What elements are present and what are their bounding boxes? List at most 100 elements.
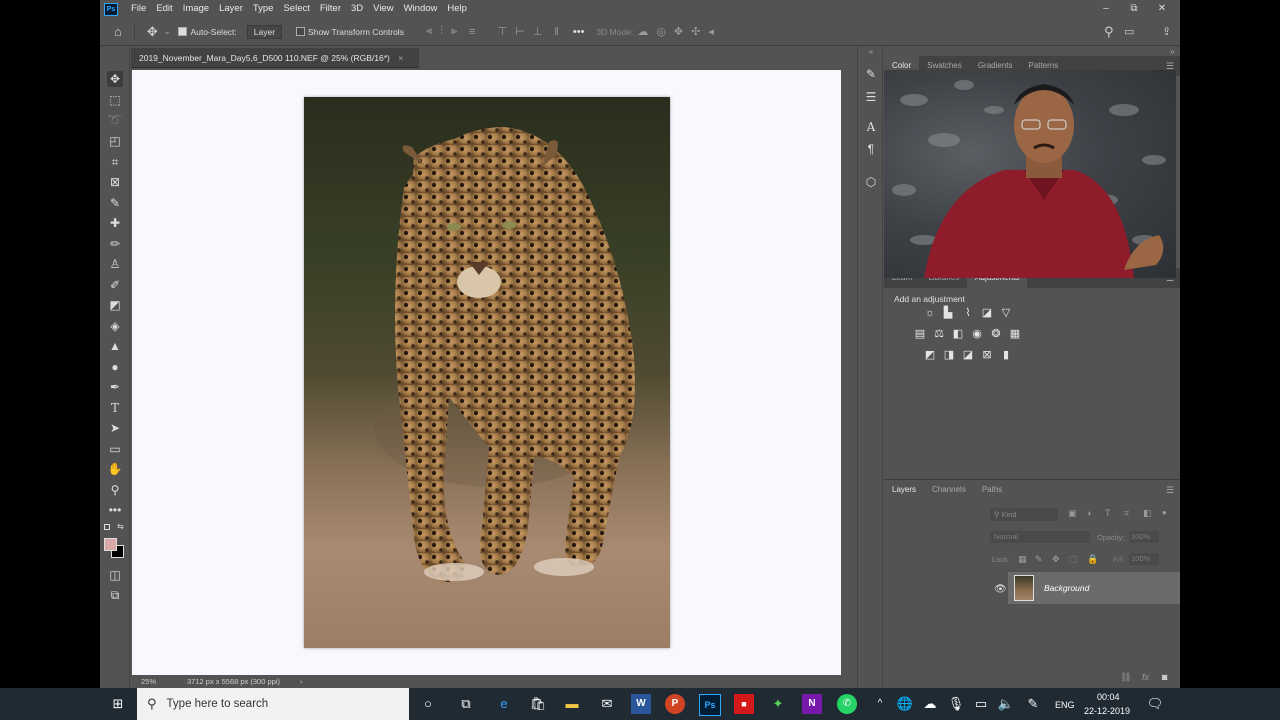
microphone-icon[interactable]: 🎙 xyxy=(946,694,966,714)
edge-icon[interactable]: e xyxy=(494,694,514,714)
whatsapp-icon[interactable]: ✆ xyxy=(837,694,857,714)
leopard-photo[interactable] xyxy=(304,97,670,648)
character-icon[interactable]: A xyxy=(863,120,879,134)
chevron-down-icon[interactable]: ⌄ xyxy=(164,27,171,36)
brush-settings-icon[interactable]: ✎ xyxy=(863,67,879,81)
menu-view[interactable]: View xyxy=(368,0,398,18)
rectangle-tool-icon[interactable]: ▭ xyxy=(107,441,123,457)
history-brush-tool-icon[interactable]: ✐ xyxy=(107,277,123,293)
color-balance-icon[interactable]: ⚖ xyxy=(933,328,945,340)
black-white-icon[interactable]: ◧ xyxy=(952,328,964,340)
auto-select-dropdown[interactable]: Layer xyxy=(246,24,283,39)
onenote-icon[interactable]: N xyxy=(802,694,822,714)
recorder-icon[interactable]: ■ xyxy=(734,694,754,714)
posterize-icon[interactable]: ◨ xyxy=(943,349,955,361)
link-layers-icon[interactable]: ⛓ xyxy=(1120,672,1131,683)
3d-pan-icon[interactable]: ✥ xyxy=(674,25,683,38)
filter-shape-icon[interactable]: ⌗ xyxy=(1124,508,1129,519)
exposure-icon[interactable]: ◪ xyxy=(981,307,993,319)
share-icon[interactable]: ⇪ xyxy=(1162,25,1171,38)
home-icon[interactable]: ⌂ xyxy=(114,24,122,39)
distribute-icon[interactable]: ≡ xyxy=(469,26,475,38)
collapse-arrows-icon[interactable]: « xyxy=(863,47,879,56)
dodge-tool-icon[interactable]: ● xyxy=(107,359,123,375)
clone-stamp-tool-icon[interactable]: ♙ xyxy=(107,256,123,272)
powerpoint-icon[interactable]: P xyxy=(665,694,685,714)
foreground-color-swatch[interactable] xyxy=(104,538,117,551)
tab-paths[interactable]: Paths xyxy=(974,480,1010,500)
gradient-map-icon[interactable]: ▮ xyxy=(1000,349,1012,361)
menu-window[interactable]: Window xyxy=(399,0,443,18)
type-tool-icon[interactable]: T xyxy=(107,400,123,416)
curves-icon[interactable]: ⌇ xyxy=(962,307,974,319)
photo-filter-icon[interactable]: ◉ xyxy=(971,328,983,340)
filter-adjustment-icon[interactable]: ◑ xyxy=(1086,508,1091,518)
restore-button[interactable]: ⧉ xyxy=(1120,0,1148,18)
lock-artboard-icon[interactable]: ⬚ xyxy=(1069,554,1078,565)
3d-orbit-icon[interactable]: ☁ xyxy=(637,25,648,38)
auto-select-checkbox[interactable] xyxy=(178,27,188,36)
close-document-icon[interactable]: × xyxy=(398,53,403,63)
menu-type[interactable]: Type xyxy=(248,0,279,18)
panel-menu-icon[interactable]: ☰ xyxy=(1166,485,1174,496)
move-tool-preset-icon[interactable]: ✥ xyxy=(147,24,158,40)
pen-tool-icon[interactable]: ✒ xyxy=(107,379,123,395)
volume-icon[interactable]: 🔈 xyxy=(996,694,1016,714)
filter-smart-object-icon[interactable]: ◧ xyxy=(1143,508,1152,519)
brush-tool-icon[interactable]: ✏ xyxy=(107,236,123,252)
edit-toolbar-icon[interactable]: ••• xyxy=(107,502,123,518)
align-top-icon[interactable]: ⊤ xyxy=(498,25,508,38)
channel-mixer-icon[interactable]: ❂ xyxy=(990,328,1002,340)
clock-date[interactable]: 22-12-2019 xyxy=(1084,706,1130,716)
taskbar-search-box[interactable]: ⚲ Type here to search xyxy=(137,688,409,720)
gradient-tool-icon[interactable]: ◈ xyxy=(107,318,123,334)
properties-icon[interactable]: ☰ xyxy=(863,90,879,104)
distribute-vertical-icon[interactable]: ‖ xyxy=(554,26,559,38)
add-mask-icon[interactable]: ◙ xyxy=(1162,672,1167,682)
eraser-tool-icon[interactable]: ◩ xyxy=(107,297,123,313)
fill-input[interactable]: 100% xyxy=(1129,553,1159,565)
lock-position-icon[interactable]: ✥ xyxy=(1052,554,1060,565)
minimize-button[interactable]: – xyxy=(1092,0,1120,18)
mail-icon[interactable]: ✉ xyxy=(597,694,617,714)
invert-icon[interactable]: ◩ xyxy=(924,349,936,361)
collapse-panels-icon[interactable]: » xyxy=(1170,47,1174,56)
align-center-icon[interactable]: ⫶ xyxy=(440,25,443,38)
3d-scale-icon[interactable]: ◂ xyxy=(708,25,714,38)
default-colors-icon[interactable] xyxy=(104,524,110,530)
word-icon[interactable]: W xyxy=(631,694,651,714)
close-window-button[interactable]: ✕ xyxy=(1148,0,1176,18)
3d-icon[interactable]: ⬡ xyxy=(863,175,879,189)
photoshop-taskbar-icon[interactable]: Ps xyxy=(699,694,721,716)
media-app-icon[interactable]: ✦ xyxy=(768,694,788,714)
tab-channels[interactable]: Channels xyxy=(924,480,974,500)
more-options-icon[interactable]: ••• xyxy=(573,26,585,38)
notifications-icon[interactable]: 🗨 xyxy=(1145,694,1165,714)
vibrance-icon[interactable]: ▽ xyxy=(1000,307,1012,319)
fx-icon[interactable]: fx xyxy=(1142,672,1149,682)
lasso-tool-icon[interactable]: ➰ xyxy=(107,112,123,128)
color-lookup-icon[interactable]: ▦ xyxy=(1009,328,1021,340)
pen-workspace-icon[interactable]: ✎ xyxy=(1023,694,1043,714)
crop-tool-icon[interactable]: ⌗ xyxy=(107,154,123,170)
cortana-icon[interactable]: ○ xyxy=(418,694,438,714)
paragraph-icon[interactable]: ¶ xyxy=(863,142,879,156)
align-bottom-icon[interactable]: ⊥ xyxy=(533,25,543,38)
onedrive-icon[interactable]: ☁ xyxy=(920,694,940,714)
filter-pixel-icon[interactable]: ▣ xyxy=(1068,508,1077,519)
store-icon[interactable]: 🛍 xyxy=(528,694,548,714)
hand-tool-icon[interactable]: ✋ xyxy=(107,461,123,477)
workspace-icon[interactable]: ▭ xyxy=(1124,25,1134,38)
file-explorer-icon[interactable]: ▬ xyxy=(562,694,582,714)
filter-kind-dropdown[interactable]: ⚲ Kind xyxy=(990,508,1058,521)
move-tool-icon[interactable]: ✥ xyxy=(107,71,123,87)
zoom-tool-icon[interactable]: ⚲ xyxy=(107,482,123,498)
eyedropper-tool-icon[interactable]: ✎ xyxy=(107,195,123,211)
visibility-eye-icon[interactable]: 👁 xyxy=(994,584,1007,595)
menu-edit[interactable]: Edit xyxy=(151,0,177,18)
layer-background[interactable]: Background 🔒 xyxy=(1008,572,1180,604)
lock-image-icon[interactable]: ✎ xyxy=(1035,554,1043,565)
filter-toggle-icon[interactable]: ● xyxy=(1162,508,1167,517)
windows-start-icon[interactable]: ⊞ xyxy=(108,694,128,714)
healing-brush-tool-icon[interactable]: ✚ xyxy=(107,215,123,231)
